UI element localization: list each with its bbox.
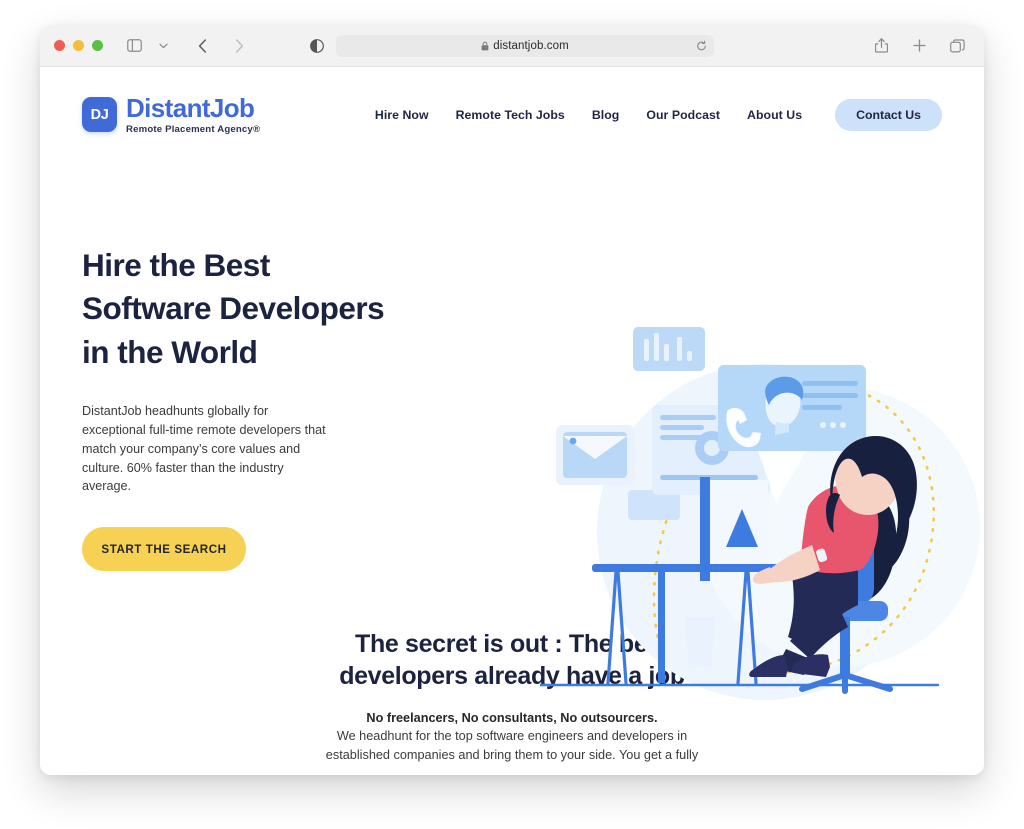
hero-title-line-3: in the World xyxy=(82,333,258,370)
site-logo[interactable]: DJ DistantJob Remote Placement Agency® xyxy=(82,95,260,135)
url-text: distantjob.com xyxy=(493,39,569,52)
back-arrow-icon[interactable] xyxy=(189,34,215,58)
logo-tagline: Remote Placement Agency® xyxy=(126,123,261,135)
browser-toolbar: distantjob.com xyxy=(40,25,984,67)
hero-copy: Hire the Best Software Developers in the… xyxy=(82,162,482,572)
logo-text-block: DistantJob Remote Placement Agency® xyxy=(126,95,260,135)
screenshot-stage: distantjob.com DJ DistantJob Remote Plac… xyxy=(0,0,1024,829)
logo-monogram-icon: DJ xyxy=(82,97,117,132)
page-title: Hire the Best Software Developers in the… xyxy=(82,244,482,374)
plus-icon[interactable] xyxy=(906,34,932,58)
navigation-controls xyxy=(121,34,252,58)
lock-icon xyxy=(481,41,489,51)
start-the-search-button[interactable]: START THE SEARCH xyxy=(82,527,246,572)
page-viewport: DJ DistantJob Remote Placement Agency® H… xyxy=(40,67,984,775)
hero-section: Hire the Best Software Developers in the… xyxy=(40,162,984,700)
minimize-window-button[interactable] xyxy=(73,40,84,51)
hero-paragraph: DistantJob headhunts globally for except… xyxy=(82,404,326,494)
logo-wordmark: DistantJob xyxy=(126,92,255,123)
url-bar[interactable]: distantjob.com xyxy=(336,34,714,57)
main-navigation: Hire Now Remote Tech Jobs Blog Our Podca… xyxy=(375,98,942,131)
reader-mode-icon[interactable] xyxy=(310,38,324,53)
hero-title-line-1: Hire the Best xyxy=(82,247,270,283)
maximize-window-button[interactable] xyxy=(92,40,103,51)
close-window-button[interactable] xyxy=(54,40,65,51)
hero-title-line-2: Software Developers xyxy=(82,290,385,327)
nav-item-remote-tech-jobs[interactable]: Remote Tech Jobs xyxy=(456,108,565,122)
nav-item-blog[interactable]: Blog xyxy=(592,108,620,122)
share-icon[interactable] xyxy=(868,34,894,58)
url-bar-content: distantjob.com xyxy=(481,40,569,52)
sidebar-icon[interactable] xyxy=(121,34,147,58)
toolbar-right-group xyxy=(868,34,970,58)
nav-item-our-podcast[interactable]: Our Podcast xyxy=(646,108,720,122)
tab-overview-icon[interactable] xyxy=(944,34,970,58)
forward-arrow-icon[interactable] xyxy=(226,34,252,58)
nav-item-hire-now[interactable]: Hire Now xyxy=(375,108,429,122)
secret-body-line-3: established companies and bring them to … xyxy=(325,747,699,762)
reload-icon[interactable] xyxy=(696,40,707,51)
window-controls xyxy=(54,40,103,51)
woman-at-desk-illustration xyxy=(540,317,980,727)
site-header: DJ DistantJob Remote Placement Agency® H… xyxy=(40,67,984,162)
address-bar-group: distantjob.com xyxy=(310,34,714,57)
nav-item-about-us[interactable]: About Us xyxy=(747,108,802,122)
contact-us-button[interactable]: Contact Us xyxy=(835,98,942,131)
logo-monogram-text: DJ xyxy=(90,106,109,123)
secret-body-line-2: We headhunt for the top software enginee… xyxy=(336,729,688,744)
browser-window: distantjob.com DJ DistantJob Remote Plac… xyxy=(40,25,984,775)
chevron-down-icon[interactable] xyxy=(150,34,176,58)
